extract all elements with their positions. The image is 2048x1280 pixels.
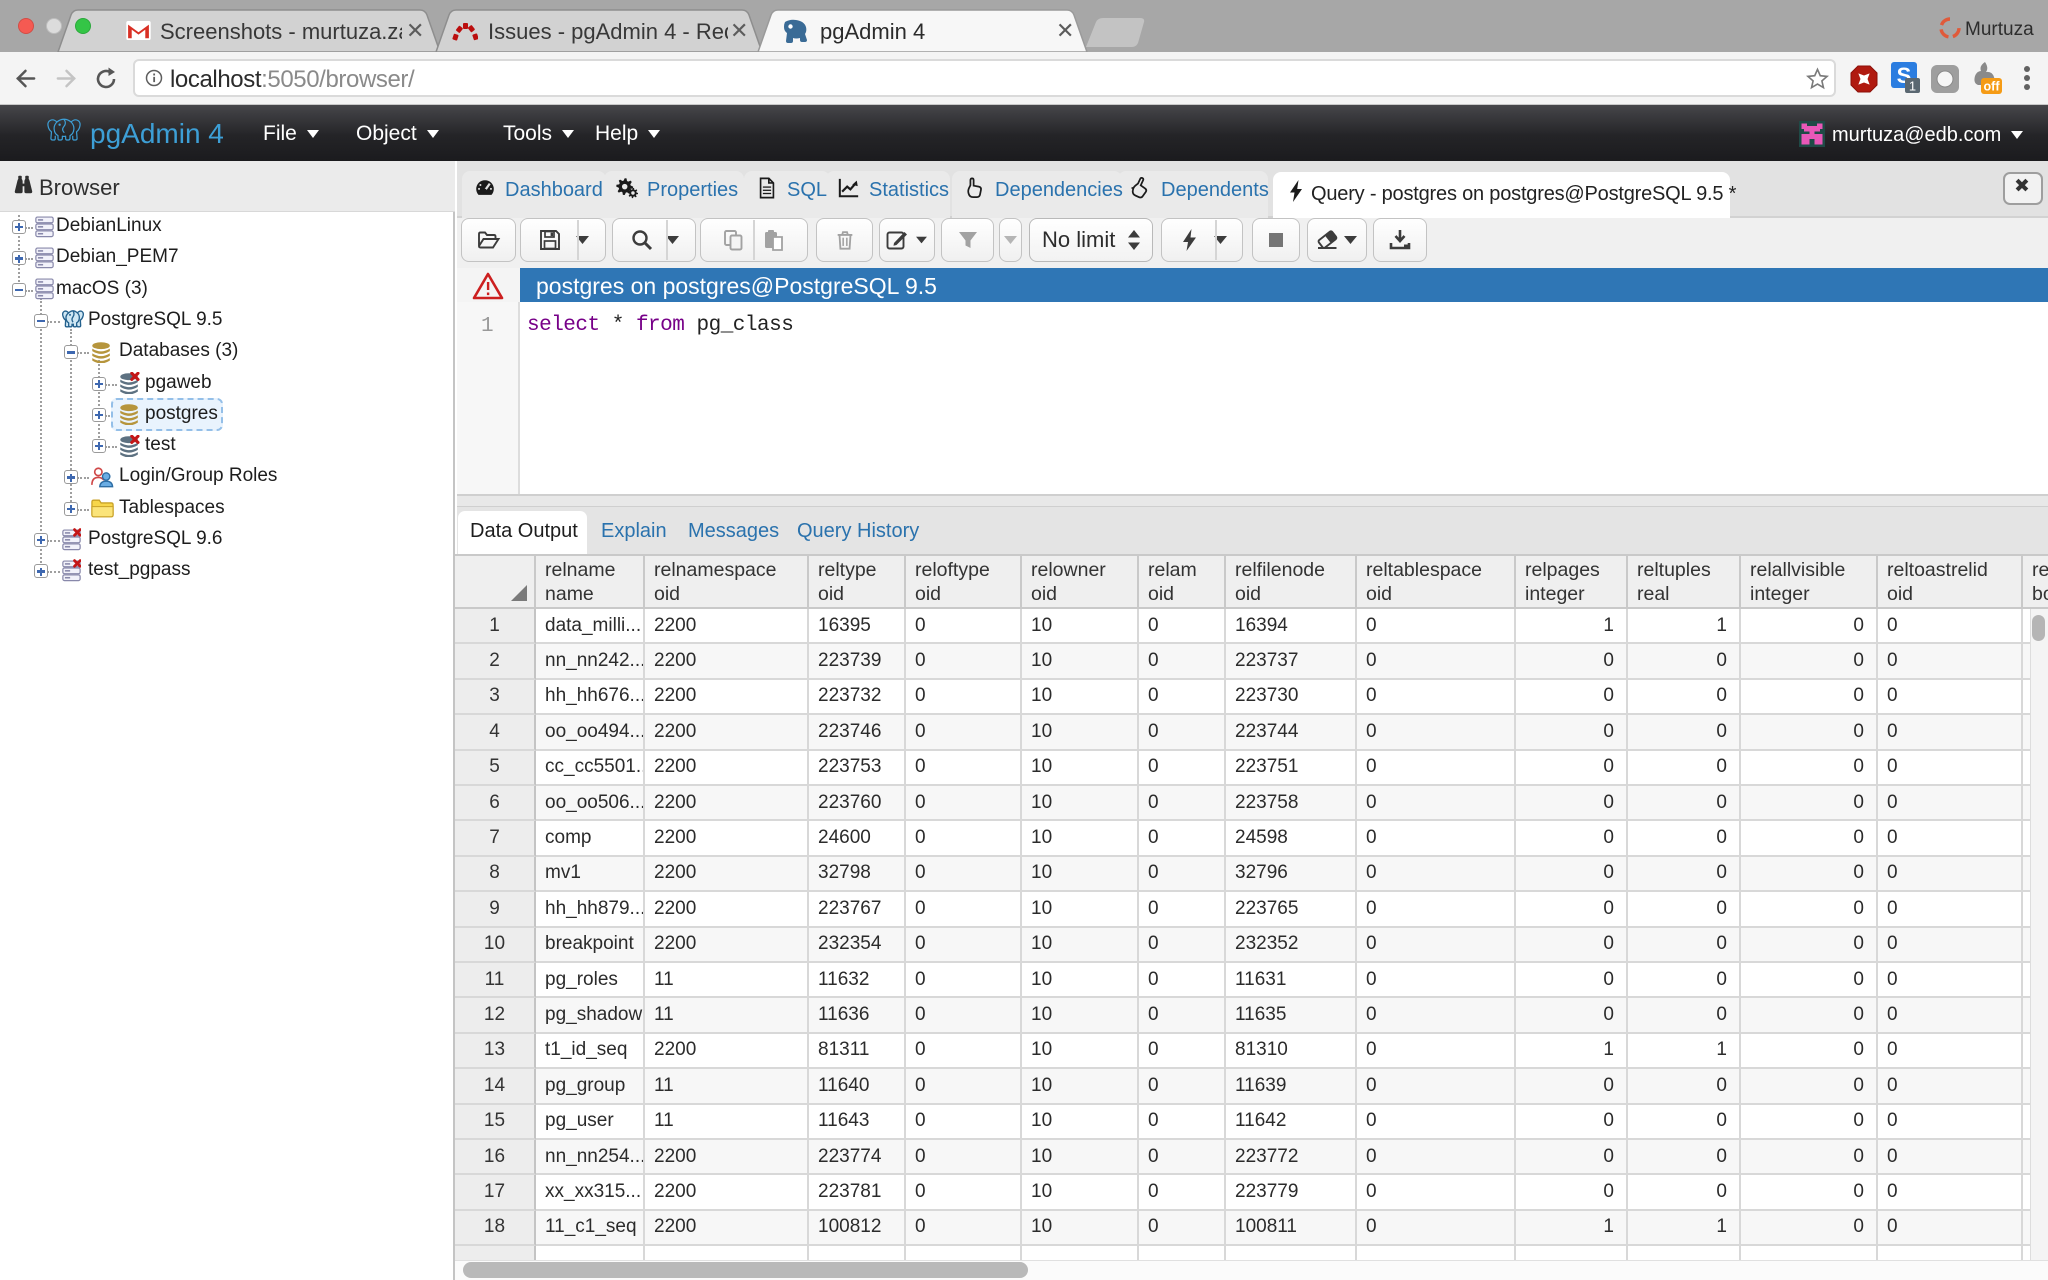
svg-text:off: off xyxy=(1984,80,2001,94)
svg-text:1: 1 xyxy=(1909,79,1916,94)
